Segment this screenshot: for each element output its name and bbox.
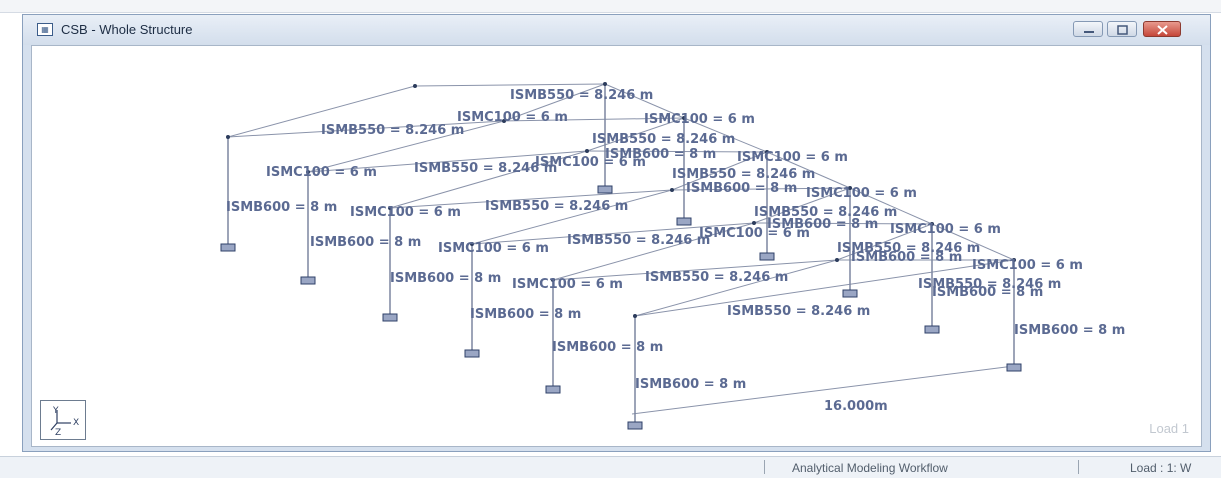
member-label: ISMC100 = 6 m [350,205,461,220]
member-label: ISMB550 = 8.246 m [485,199,628,214]
member-label: ISMB600 = 8 m [470,307,581,322]
member-label: ISMB550 = 8.246 m [672,167,815,182]
member-label: ISMB550 = 8.246 m [510,88,653,103]
axis-triad-icon: Y X Z [40,400,86,440]
member-label: ISMC100 = 6 m [644,112,755,127]
member-label: ISMB600 = 8 m [851,250,962,265]
member-label: ISMB550 = 8.246 m [727,304,870,319]
window-title: CSB - Whole Structure [61,22,193,37]
member-label: ISMB600 = 8 m [310,235,421,250]
member-label: ISMC100 = 6 m [699,226,810,241]
member-label: ISMC100 = 6 m [438,241,549,256]
member-label: ISMC100 = 6 m [266,165,377,180]
status-bar: Analytical Modeling Workflow Load : 1: W [0,456,1221,478]
status-separator [1078,460,1079,474]
close-icon [1157,25,1168,35]
member-label: ISMC100 = 6 m [806,186,917,201]
structure-view-icon: ▦ [37,23,53,36]
window-titlebar[interactable]: ▦ CSB - Whole Structure [23,15,1210,45]
application-top-strip [0,0,1221,13]
minimize-button[interactable] [1073,21,1103,37]
structure-drawing[interactable]: ISMB550 = 8.246 m ISMC100 = 6 m ISMB550 … [32,46,1202,447]
member-label: ISMB600 = 8 m [552,340,663,355]
dimension-label: 16.000m [824,399,888,414]
load-label: Load 1 [1149,421,1189,436]
member-label: ISMB600 = 8 m [686,181,797,196]
svg-text:Y: Y [52,406,59,416]
member-label: ISMB600 = 8 m [635,377,746,392]
member-label: ISMC100 = 6 m [890,222,1001,237]
member-label: ISMB600 = 8 m [390,271,501,286]
status-load[interactable]: Load : 1: W [1130,461,1191,475]
member-label: ISMB600 = 8 m [1014,323,1125,338]
close-button[interactable] [1143,21,1181,37]
structure-window: ▦ CSB - Whole Structure ISMB550 = 8.246 … [22,14,1211,452]
status-workflow[interactable]: Analytical Modeling Workflow [792,461,948,475]
member-label: ISMB600 = 8 m [226,200,337,215]
member-label: ISMC100 = 6 m [457,110,568,125]
minimize-icon [1084,31,1094,33]
member-label: ISMC100 = 6 m [512,277,623,292]
svg-text:X: X [73,418,79,428]
model-viewport[interactable]: ISMB550 = 8.246 m ISMC100 = 6 m ISMB550 … [31,45,1202,447]
member-labels: ISMB550 = 8.246 m ISMC100 = 6 m ISMB550 … [226,88,1125,414]
member-label: ISMB550 = 8.246 m [592,132,735,147]
member-label: ISMB550 = 8.246 m [645,270,788,285]
member-label: ISMC100 = 6 m [737,150,848,165]
restore-button[interactable] [1107,21,1137,37]
restore-icon [1117,25,1128,35]
status-separator [764,460,765,474]
svg-text:Z: Z [55,428,61,438]
member-label: ISMB550 = 8.246 m [321,123,464,138]
member-label: ISMB550 = 8.246 m [567,233,710,248]
member-label: ISMC100 = 6 m [535,155,646,170]
member-label: ISMB550 = 8.246 m [918,277,1061,292]
member-label: ISMC100 = 6 m [972,258,1083,273]
